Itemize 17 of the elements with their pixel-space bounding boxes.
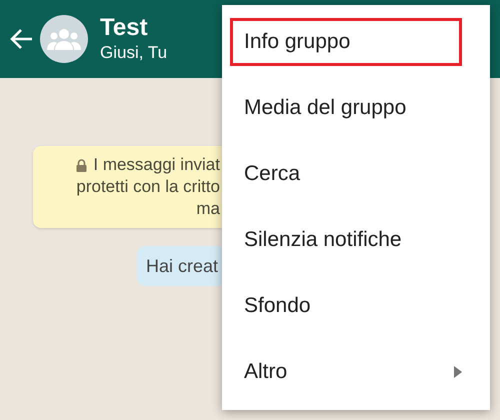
lock-icon <box>76 158 88 172</box>
submenu-arrow-icon <box>454 366 462 378</box>
menu-item[interactable]: Cerca <box>230 150 300 198</box>
group-icon <box>47 28 81 50</box>
system-text: protetti con la critto <box>76 176 220 198</box>
system-text: ma <box>196 198 220 220</box>
menu-item[interactable]: Media del gruppo <box>230 84 406 132</box>
menu-item[interactable]: Info gruppo <box>230 18 462 66</box>
menu-item[interactable]: Silenzia notifiche <box>230 216 402 264</box>
system-text: I messaggi inviat <box>93 154 220 176</box>
avatar[interactable] <box>40 15 88 63</box>
back-icon[interactable] <box>10 28 34 50</box>
menu-item[interactable]: Sfondo <box>230 282 311 330</box>
menu-item[interactable]: Altro <box>230 348 288 396</box>
chat-title: Test <box>100 14 149 42</box>
message-text: Hai creat <box>146 254 218 278</box>
chat-subtitle: Giusi, Tu <box>100 42 168 64</box>
